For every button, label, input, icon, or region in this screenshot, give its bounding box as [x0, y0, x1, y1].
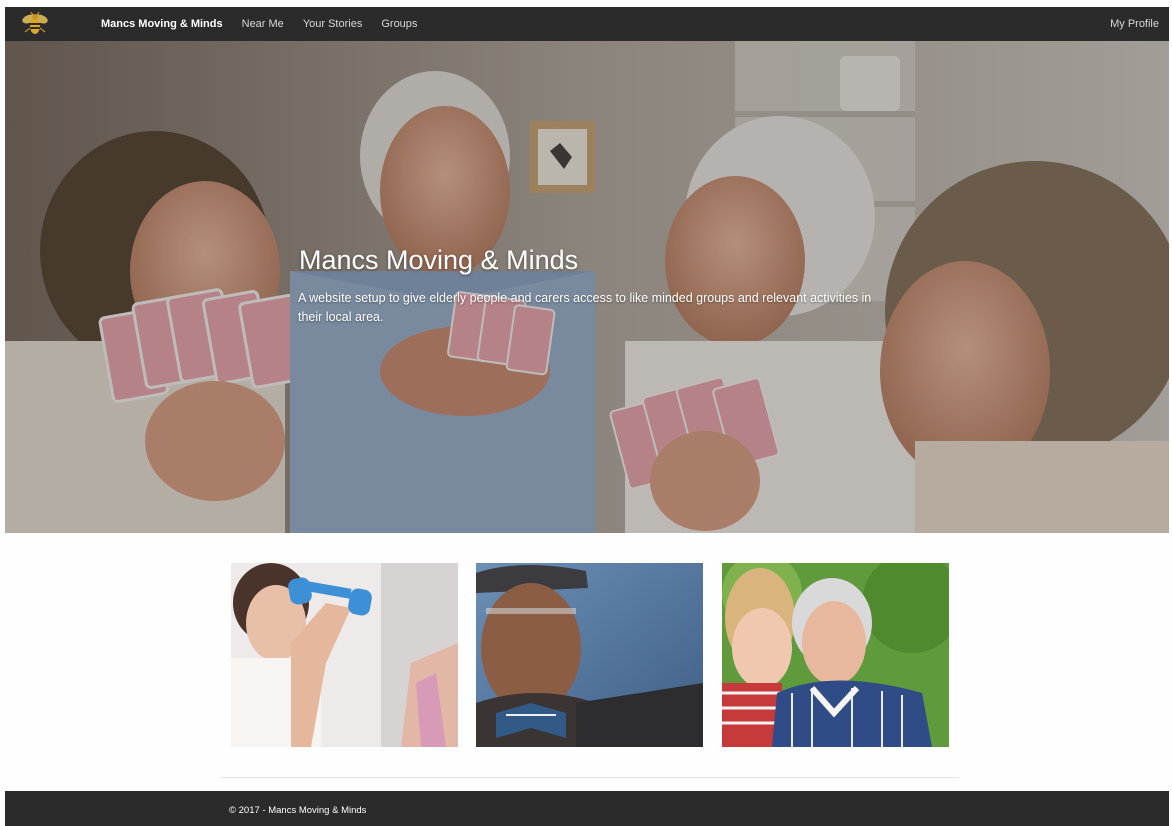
exercise-photo	[231, 563, 458, 747]
nav-link-my-profile[interactable]: My Profile	[1110, 18, 1159, 30]
page: Mancs Moving & Minds Near Me Your Storie…	[0, 0, 1172, 826]
carer-photo	[722, 563, 949, 747]
nav-link-your-stories[interactable]: Your Stories	[303, 18, 363, 30]
hero-title: Mancs Moving & Minds	[299, 245, 579, 275]
divider	[221, 777, 959, 778]
nav-brand[interactable]: Mancs Moving & Minds	[101, 18, 223, 30]
hero-overlay	[5, 41, 1169, 533]
nav-link-groups[interactable]: Groups	[381, 18, 417, 30]
bee-icon[interactable]	[17, 9, 53, 39]
thumbnail-exercise[interactable]	[231, 563, 458, 747]
thumbnail-gentleman[interactable]	[476, 563, 703, 747]
nav-link-near-me[interactable]: Near Me	[242, 18, 284, 30]
gentleman-photo	[476, 563, 703, 747]
thumbnail-carer[interactable]	[722, 563, 949, 747]
navbar: Mancs Moving & Minds Near Me Your Storie…	[5, 7, 1169, 41]
footer: © 2017 - Mancs Moving & Minds	[5, 791, 1169, 826]
footer-copyright: © 2017 - Mancs Moving & Minds	[229, 805, 367, 816]
hero-description: A website setup to give elderly people a…	[298, 291, 872, 324]
hero-banner: Mancs Moving & Minds A website setup to …	[5, 41, 1169, 533]
